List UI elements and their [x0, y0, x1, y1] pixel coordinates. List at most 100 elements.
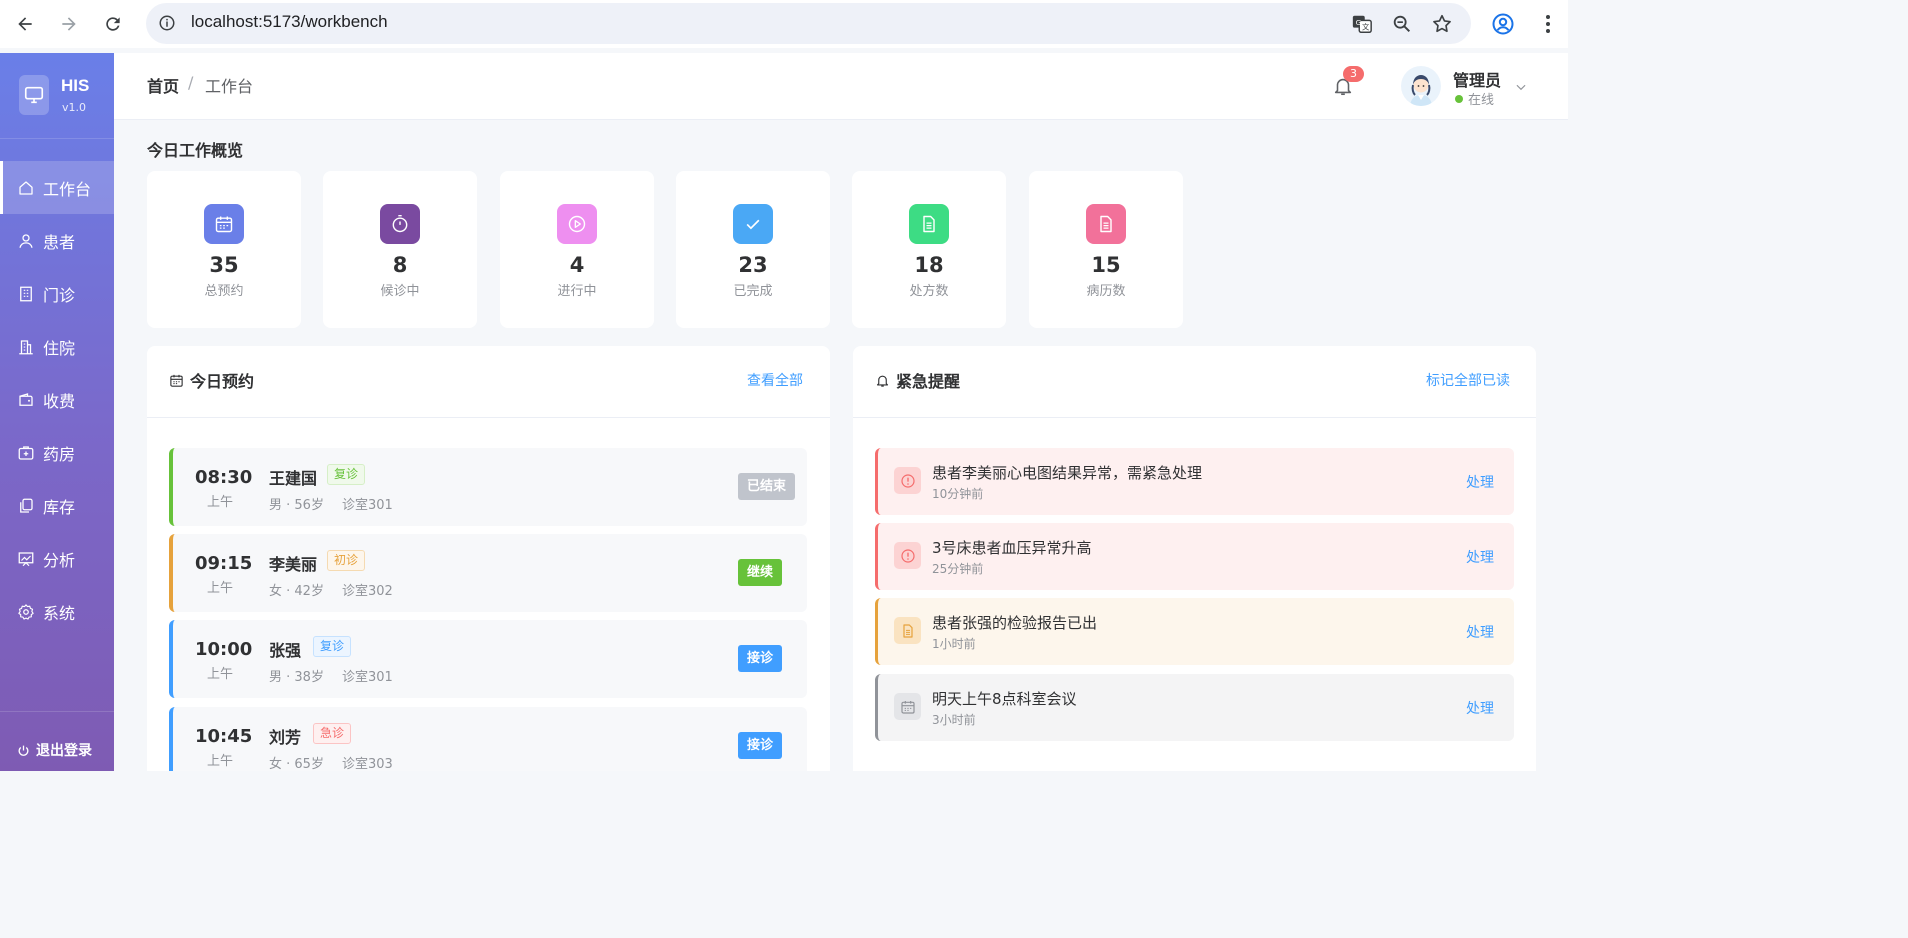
calendar-icon: [900, 700, 915, 714]
appointment-ampm: 上午: [206, 667, 233, 682]
appointment-item[interactable]: 09:15 上午 李美丽 初诊 女 · 42岁 诊室302 继续: [169, 534, 807, 612]
app-version: v1.0: [62, 101, 87, 114]
alert-item[interactable]: 明天上午8点科室会议 3小时前 处理: [875, 674, 1514, 741]
stat-label: 总预约: [204, 284, 244, 299]
stat-icon-box: [733, 204, 773, 244]
profile-icon[interactable]: [1491, 12, 1515, 36]
patient-meta: 男 · 38岁 诊室301: [269, 666, 393, 685]
appointment-ampm: 上午: [206, 581, 233, 596]
stat-label: 病历数: [1086, 284, 1126, 299]
receive-button[interactable]: 接诊: [738, 645, 783, 672]
mark-all-read-link[interactable]: 标记全部已读: [1426, 370, 1510, 390]
address-bar[interactable]: localhost:5173/workbench G文: [146, 3, 1471, 44]
handle-button[interactable]: 处理: [1466, 547, 1494, 567]
sidebar-divider: [0, 138, 114, 139]
power-icon: [18, 745, 29, 756]
stat-value: 15: [1091, 253, 1121, 277]
document-icon: [923, 215, 935, 233]
breadcrumb-home[interactable]: 首页: [147, 73, 179, 97]
alerts-title-text: 紧急提醒: [896, 372, 961, 391]
stat-card-total-appointments: 35 总预约: [147, 171, 301, 328]
patient-name: 王建国: [269, 469, 318, 488]
logo: [19, 75, 49, 115]
appointment-item[interactable]: 08:30 上午 王建国 复诊 男 · 56岁 诊室301 已结束: [169, 448, 807, 526]
alert-icon-box: [894, 617, 921, 644]
handle-button[interactable]: 处理: [1466, 622, 1494, 642]
sidebar-item-analytics[interactable]: 分析: [0, 532, 114, 585]
stat-icon-box: [1086, 204, 1126, 244]
appointment-time: 09:15: [195, 553, 253, 574]
timer-icon: [392, 214, 408, 233]
visit-type-tag: 急诊: [313, 723, 352, 744]
appointments-title-text: 今日预约: [190, 372, 255, 391]
sidebar-item-label: 住院: [43, 338, 76, 358]
patient-meta: 男 · 56岁 诊室301: [269, 494, 393, 513]
info-icon[interactable]: [158, 14, 176, 32]
hospital-icon: [19, 339, 33, 354]
sidebar-item-billing[interactable]: 收费: [0, 373, 114, 426]
alert-time: 1小时前: [932, 637, 976, 651]
sidebar-divider: [0, 711, 114, 712]
alert-item[interactable]: 患者李美丽心电图结果异常，需紧急处理 10分钟前 处理: [875, 448, 1514, 515]
sidebar: HIS v1.0 工作台 患者 门诊 住院 收费 药房 库存 分析 系统 退出登…: [0, 53, 114, 771]
reload-button[interactable]: [101, 12, 125, 36]
bookmark-star-icon[interactable]: [1431, 13, 1453, 35]
stat-card-completed: 23 已完成: [676, 171, 830, 328]
sidebar-item-inventory[interactable]: 库存: [0, 479, 114, 532]
handle-button[interactable]: 处理: [1466, 472, 1494, 492]
logout-button[interactable]: 退出登录: [17, 740, 92, 760]
stat-label: 候诊中: [380, 284, 420, 299]
sidebar-item-workbench[interactable]: 工作台: [0, 161, 114, 214]
back-button[interactable]: [13, 12, 37, 36]
chevron-down-icon[interactable]: [1514, 80, 1528, 94]
stat-value: 4: [569, 253, 585, 277]
sidebar-item-inpatient[interactable]: 住院: [0, 320, 114, 373]
stat-label: 进行中: [557, 284, 597, 299]
play-icon: [568, 215, 586, 233]
app-name: HIS: [61, 76, 90, 95]
sidebar-item-pharmacy[interactable]: 药房: [0, 426, 114, 479]
url-text[interactable]: localhost:5173/workbench: [191, 12, 388, 32]
alert-item[interactable]: 3号床患者血压异常升高 25分钟前 处理: [875, 523, 1514, 590]
view-all-link[interactable]: 查看全部: [747, 370, 803, 390]
appointment-item[interactable]: 10:45 上午 刘芳 急诊 女 · 65岁 诊室303 接诊: [169, 707, 807, 771]
handle-button[interactable]: 处理: [1466, 698, 1494, 718]
alert-time: 3小时前: [932, 713, 976, 727]
sidebar-item-label: 工作台: [43, 179, 92, 199]
zoom-icon[interactable]: [1391, 13, 1413, 35]
user-icon: [19, 233, 33, 248]
continue-button[interactable]: 继续: [738, 559, 783, 586]
doctor-avatar-icon: [1410, 75, 1432, 106]
sidebar-item-system[interactable]: 系统: [0, 585, 114, 638]
appointments-header: 今日预约 查看全部: [147, 346, 830, 418]
appointment-time: 10:00: [195, 639, 253, 660]
alert-icon-box: [894, 467, 921, 494]
arrow-right-icon: [62, 17, 76, 31]
gear-icon: [18, 603, 34, 620]
patient-gender-age: 男 · 38岁: [269, 670, 324, 685]
appointment-time: 08:30: [195, 467, 253, 488]
forward-button[interactable]: [57, 12, 81, 36]
patient-gender-age: 女 · 42岁: [269, 584, 324, 599]
receive-button[interactable]: 接诊: [738, 732, 783, 759]
translate-icon[interactable]: G文: [1351, 13, 1373, 35]
logout-label: 退出登录: [36, 743, 92, 759]
sidebar-item-outpatient[interactable]: 门诊: [0, 267, 114, 320]
patient-meta: 女 · 65岁 诊室303: [269, 753, 393, 771]
alert-text: 3号床患者血压异常升高: [932, 539, 1092, 557]
user-name[interactable]: 管理员: [1453, 67, 1501, 91]
calendar-icon: [170, 374, 183, 387]
stat-icon-box: [204, 204, 244, 244]
finished-button[interactable]: 已结束: [738, 473, 796, 500]
stat-label: 已完成: [733, 284, 773, 299]
sidebar-item-patients[interactable]: 患者: [0, 214, 114, 267]
avatar[interactable]: [1401, 66, 1441, 106]
sidebar-item-label: 分析: [43, 550, 76, 570]
home-icon: [19, 180, 33, 195]
menu-dots-icon[interactable]: [1536, 12, 1560, 36]
stat-value: 18: [914, 253, 944, 277]
stat-icon-box: [380, 204, 420, 244]
alert-item[interactable]: 患者张强的检验报告已出 1小时前 处理: [875, 598, 1514, 665]
appointment-item[interactable]: 10:00 上午 张强 复诊 男 · 38岁 诊室301 接诊: [169, 620, 807, 698]
patient-gender-age: 男 · 56岁: [269, 498, 324, 513]
